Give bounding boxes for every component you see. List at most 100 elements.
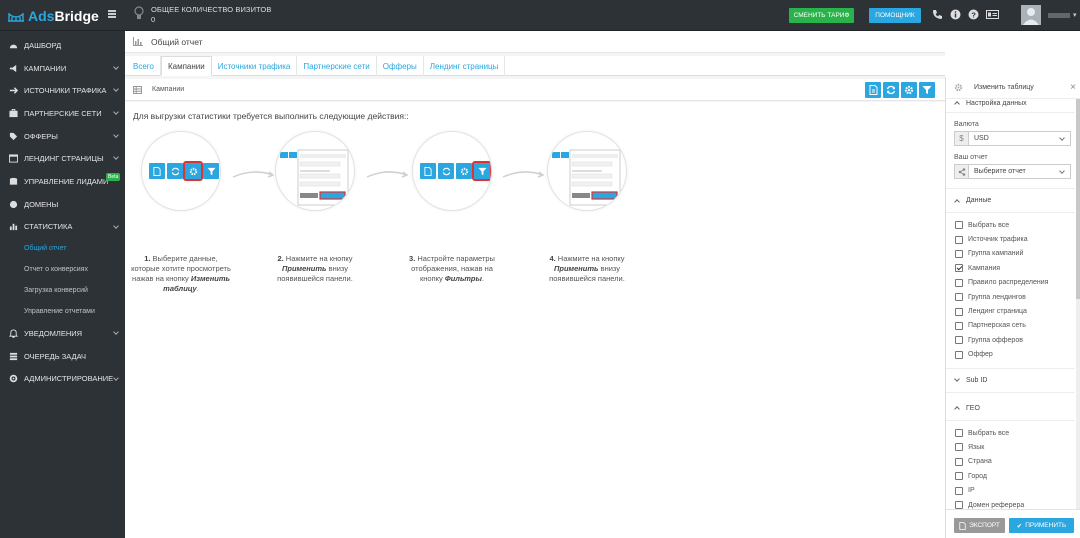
helper-button[interactable]: ПОМОЩНИК — [869, 8, 921, 23]
panel-scroll-area[interactable]: Настройка данных Валюта $ USD Ваш отчет … — [946, 99, 1075, 509]
edit-table-button[interactable] — [901, 82, 917, 98]
checkbox-referrer-domain[interactable]: Домен реферера — [946, 498, 1075, 509]
sidebar-item-traffic-sources[interactable]: ИСТОЧНИКИ ТРАФИКА — [0, 79, 125, 102]
checkbox-ip[interactable]: IP — [946, 483, 1075, 497]
checkbox-country[interactable]: Страна — [946, 455, 1075, 469]
sidebar-subitem-general-report[interactable]: Общий отчет — [0, 238, 125, 259]
filters-button[interactable] — [919, 82, 935, 98]
file-icon — [869, 85, 877, 95]
checkbox[interactable] — [955, 293, 963, 302]
checkbox[interactable] — [955, 443, 963, 452]
sidebar-item-offers[interactable]: ОФФЕРЫ — [0, 125, 125, 148]
user-avatar[interactable] — [1021, 5, 1041, 25]
checkbox-landing-group[interactable]: Группа лендингов — [946, 290, 1075, 304]
help-icon[interactable]: ? — [968, 9, 979, 20]
tab-total[interactable]: Всего — [127, 56, 161, 76]
dashboard-icon — [9, 44, 18, 49]
sidebar-item-lead-management[interactable]: УПРАВЛЕНИЕ ЛИДАМИ Beta — [0, 170, 125, 193]
close-icon[interactable]: × — [1070, 82, 1076, 93]
globe-icon — [9, 200, 18, 208]
refresh-icon — [886, 85, 896, 95]
sidebar-item-task-queue[interactable]: ОЧЕРЕДЬ ЗАДАЧ — [0, 345, 125, 368]
sidebar-item-notifications[interactable]: УВЕДОМЛЕНИЯ — [0, 322, 125, 345]
checkbox[interactable] — [955, 472, 963, 481]
checkbox[interactable] — [955, 429, 963, 438]
checkbox[interactable] — [955, 350, 963, 359]
sidebar-subitem-upload-conversions[interactable]: Загрузка конверсий — [0, 280, 125, 301]
report-placeholder: Выберите отчет — [974, 168, 1026, 175]
info-icon[interactable] — [950, 9, 961, 20]
menu-toggle-icon[interactable] — [108, 10, 116, 18]
checkbox[interactable] — [955, 249, 963, 258]
report-tabs: Всего Кампании Источники трафика Партнер… — [125, 56, 945, 76]
refresh-button[interactable] — [883, 82, 899, 98]
checkbox-language[interactable]: Язык — [946, 440, 1075, 454]
checkbox-landing-page[interactable]: Лендинг страница — [946, 304, 1075, 318]
export-button[interactable]: ЭКСПОРТ — [954, 518, 1005, 533]
page-title-bar: Общий отчет — [125, 31, 945, 53]
chevron-down-icon[interactable]: ▾ — [1073, 11, 1077, 19]
megaphone-icon — [9, 64, 17, 72]
checkbox[interactable] — [955, 486, 963, 495]
checkbox[interactable] — [955, 457, 963, 466]
checkbox[interactable] — [955, 307, 963, 316]
sidebar-item-administration[interactable]: АДМИНИСТРИРОВАНИЕ — [0, 368, 125, 391]
phone-icon[interactable] — [932, 9, 943, 20]
sidebar-item-affiliate-networks[interactable]: ПАРТНЕРСКИЕ СЕТИ — [0, 102, 125, 125]
chevron-down-icon — [113, 222, 119, 229]
checkbox-affiliate-network[interactable]: Партнерская сеть — [946, 319, 1075, 333]
sidebar-item-landing-pages[interactable]: ЛЕНДИНГ СТРАНИЦЫ — [0, 147, 125, 170]
checkbox[interactable] — [955, 336, 963, 345]
tab-campaigns[interactable]: Кампании — [160, 56, 212, 76]
sidebar-item-label: ОФФЕРЫ — [24, 131, 58, 141]
section-sub-id[interactable]: Sub ID — [946, 369, 1075, 393]
checkbox-checked[interactable] — [955, 264, 963, 273]
checkbox-city[interactable]: Город — [946, 469, 1075, 483]
sidebar-subitem-manage-reports[interactable]: Управление отчетами — [0, 301, 125, 322]
checkbox[interactable] — [955, 278, 963, 287]
change-tariff-button[interactable]: СМЕНИТЬ ТАРИФ — [789, 8, 854, 23]
checkbox-campaign-group[interactable]: Группа кампаний — [946, 247, 1075, 261]
tab-offers[interactable]: Офферы — [377, 56, 424, 76]
panel-scrollbar[interactable] — [1076, 99, 1080, 509]
checkbox-select-all[interactable]: Выбрать все — [946, 218, 1075, 232]
checkbox-campaign[interactable]: Кампания — [946, 261, 1075, 275]
user-name-redacted[interactable] — [1048, 13, 1070, 18]
section-geo[interactable]: ГЕО — [946, 397, 1075, 421]
checkbox[interactable] — [955, 321, 963, 330]
tab-landing-pages[interactable]: Лендинг страницы — [424, 56, 506, 76]
checkbox-label: Домен реферера — [968, 501, 1025, 509]
tab-affiliate-networks[interactable]: Партнерские сети — [297, 56, 377, 76]
sidebar-item-statistics[interactable]: СТАТИСТИКА — [0, 216, 125, 239]
sidebar-subitem-conversion-report[interactable]: Отчет о конверсиях — [0, 259, 125, 280]
app-logo[interactable]: Ads Bridge — [0, 0, 125, 31]
id-card-icon[interactable] — [986, 9, 999, 20]
checkbox[interactable] — [955, 501, 963, 509]
table-label: Кампании — [152, 86, 185, 93]
sidebar-item-label: АДМИНИСТРИРОВАНИЕ — [24, 374, 114, 384]
sidebar: ДАШБОРД КАМПАНИИ ИСТОЧНИКИ ТРАФИКА ПАРТН… — [0, 31, 125, 538]
network-icon — [9, 108, 18, 118]
report-select[interactable]: Выберите отчет — [954, 164, 1071, 179]
sidebar-item-dashboard[interactable]: ДАШБОРД — [0, 34, 125, 57]
sidebar-item-domains[interactable]: ДОМЕНЫ — [0, 193, 125, 216]
logo-ads: Ads — [28, 7, 55, 24]
checkbox-geo-select-all[interactable]: Выбрать все — [946, 426, 1075, 440]
currency-select[interactable]: $ USD — [954, 131, 1071, 146]
section-data[interactable]: Данные — [946, 189, 1075, 213]
page-title: Общий отчет — [151, 36, 203, 47]
section-data-settings[interactable]: Настройка данных — [946, 99, 1075, 109]
checkbox-offer[interactable]: Оффер — [946, 348, 1075, 362]
export-file-button[interactable] — [865, 82, 881, 98]
checkbox-traffic-source[interactable]: Источник трафика — [946, 232, 1075, 246]
checkbox-distribution-rule[interactable]: Правило распределения — [946, 276, 1075, 290]
checkbox-offer-group[interactable]: Группа офферов — [946, 333, 1075, 347]
visits-label: ОБЩЕЕ КОЛИЧЕСТВО ВИЗИТОВ — [151, 5, 272, 14]
tab-traffic-sources[interactable]: Источники трафика — [212, 56, 298, 76]
checkbox-label: Источник трафика — [968, 236, 1028, 244]
checkbox[interactable] — [955, 221, 963, 230]
apply-button[interactable]: ✔ ПРИМЕНИТЬ — [1009, 518, 1074, 533]
checkbox[interactable] — [955, 235, 963, 244]
traffic-icon — [9, 87, 18, 94]
sidebar-item-campaigns[interactable]: КАМПАНИИ — [0, 57, 125, 80]
